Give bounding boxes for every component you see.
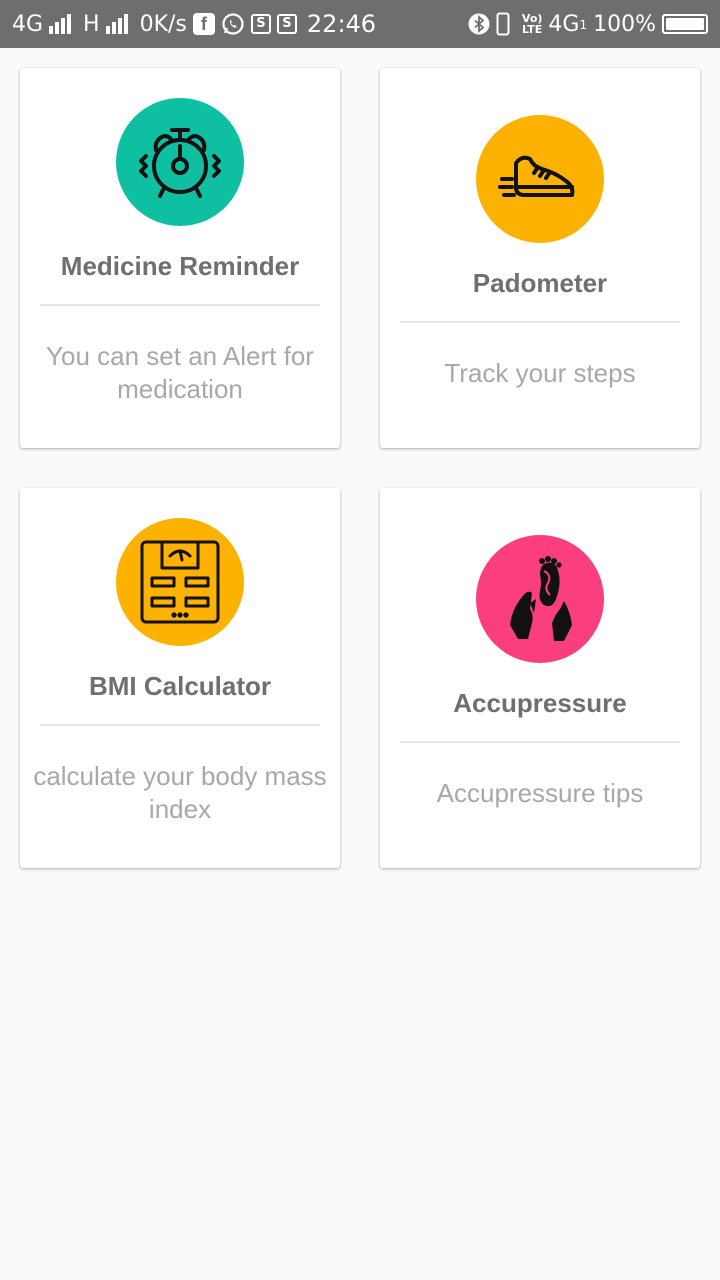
sim-s-icon-2: S (276, 14, 297, 34)
sim-s-icon: S (250, 14, 271, 34)
card-title: Accupressure (453, 688, 627, 718)
signal-strength-icon (49, 14, 72, 34)
card-title: Medicine Reminder (60, 251, 300, 281)
clock-time: 22:46 (306, 10, 377, 38)
card-description: You can set an Alert for medication (46, 341, 314, 404)
status-bar-left: 4G H 0K/s f S S 22:46 (12, 10, 376, 38)
bluetooth-icon (468, 13, 490, 35)
bmi-calculator-card[interactable]: BMI Calculator calculate your body mass … (20, 488, 340, 868)
hands-foot-icon (476, 535, 604, 663)
pedometer-card[interactable]: Padometer Track your steps (380, 68, 700, 448)
battery-icon (662, 14, 708, 34)
battery-percent: 100% (593, 11, 656, 37)
whatsapp-icon (221, 12, 245, 36)
data-speed: 0K/s (139, 11, 187, 37)
status-bar-right: Vo) LTE 4G 1 100% (468, 12, 708, 37)
network-4g-indicator: 4G 1 (548, 11, 588, 37)
weighing-scale-icon (116, 518, 244, 646)
volte-indicator: Vo) LTE (521, 12, 543, 36)
card-title: BMI Calculator (88, 671, 272, 701)
card-divider (40, 304, 320, 306)
card-description: Track your steps (444, 358, 636, 388)
card-description: calculate your body mass index (33, 761, 327, 824)
medicine-reminder-card[interactable]: Medicine Reminder You can set an Alert f… (20, 68, 340, 448)
card-divider (40, 724, 320, 726)
status-bar: 4G H 0K/s f S S 22:46 Vo) LTE 4G 1 100% (0, 0, 720, 48)
accupressure-card[interactable]: Accupressure Accupressure tips (380, 488, 700, 868)
card-divider (400, 321, 680, 323)
signal-strength-icon-2 (105, 14, 128, 34)
vibrate-phone-icon (496, 12, 510, 36)
alarm-clock-icon (116, 98, 244, 226)
network-type-label-2: H (83, 11, 100, 37)
facebook-icon: f (192, 13, 215, 35)
shoe-icon (476, 115, 604, 243)
network-type-label: 4G (12, 11, 44, 37)
card-divider (400, 741, 680, 743)
card-description: Accupressure tips (436, 778, 644, 808)
card-title: Padometer (472, 268, 608, 298)
